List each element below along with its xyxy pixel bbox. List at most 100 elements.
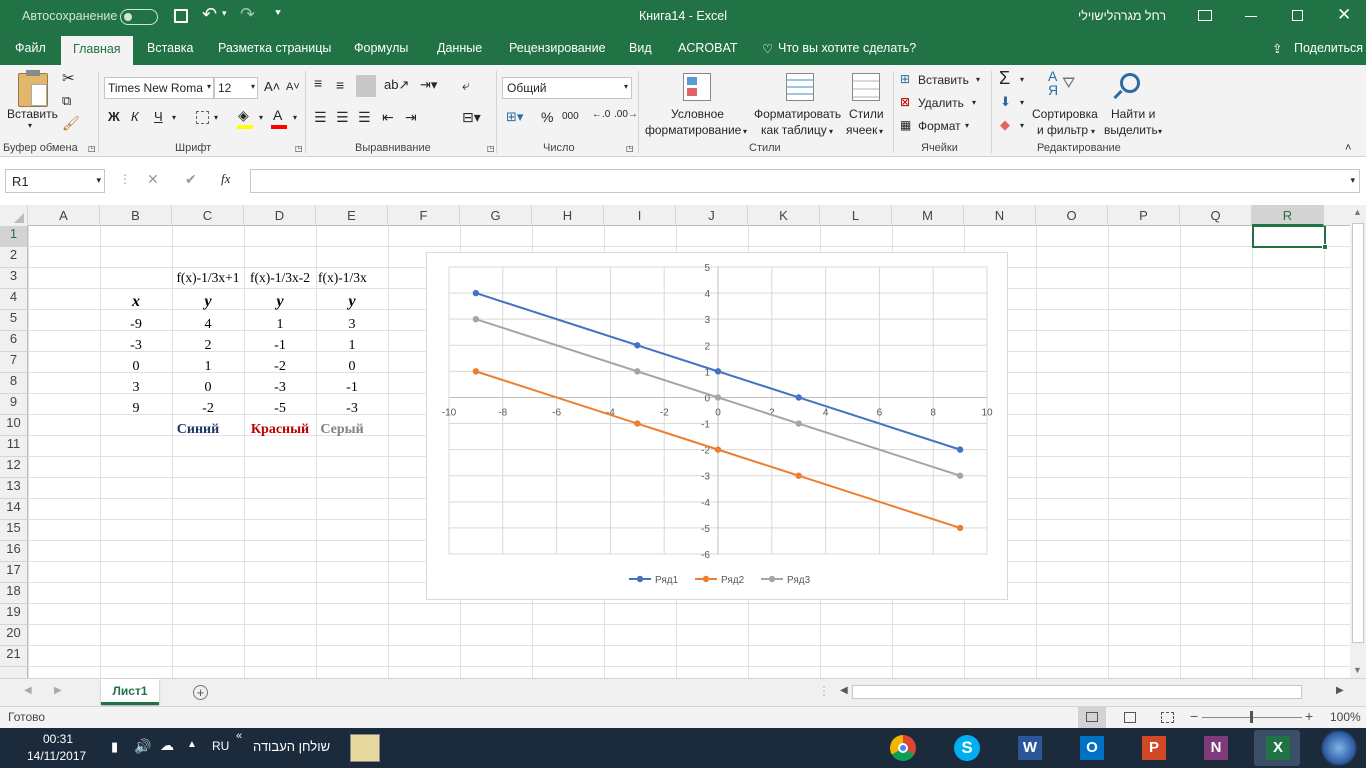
comma-style-icon[interactable]: 000 <box>562 111 579 122</box>
share-button[interactable]: Поделиться <box>1294 41 1363 55</box>
column-header-f[interactable]: F <box>388 205 460 226</box>
tab-insert[interactable]: Вставка <box>147 41 193 55</box>
align-top-icon[interactable]: ≡ <box>314 75 322 91</box>
increase-decimal-icon[interactable]: ←.0 <box>592 109 610 120</box>
conditional-formatting-dropdown-icon[interactable]: ▾ <box>743 127 747 136</box>
taskbar-chrome[interactable] <box>880 730 926 766</box>
cell-d9[interactable]: -5 <box>244 401 316 417</box>
column-header-l[interactable]: L <box>820 205 892 226</box>
cell-b9[interactable]: 9 <box>100 401 172 417</box>
font-launcher-icon[interactable]: ◳ <box>295 144 303 153</box>
row-header-3[interactable]: 3 <box>0 268 28 289</box>
cell-e10[interactable]: Серый <box>316 422 368 438</box>
taskbar-word[interactable]: W <box>1006 730 1052 766</box>
cell-b4[interactable]: x <box>100 293 172 311</box>
number-launcher-icon[interactable]: ◳ <box>626 144 634 153</box>
percent-icon[interactable]: % <box>541 109 553 125</box>
name-box[interactable]: R1 ▾ <box>5 169 105 193</box>
row-header-7[interactable]: 7 <box>0 352 28 373</box>
format-as-table-label-1[interactable]: Форматировать <box>754 107 841 121</box>
hscroll-right-icon[interactable]: ▶ <box>1336 685 1344 696</box>
vertical-scroll-thumb[interactable] <box>1352 223 1364 643</box>
cell-c10[interactable]: Синий <box>172 422 224 438</box>
sheet-tab-active[interactable]: Лист1 <box>101 679 159 705</box>
row-header-4[interactable]: 4 <box>0 289 28 310</box>
cell-styles-label-1[interactable]: Стили <box>849 107 884 121</box>
signal-icon[interactable]: ▮ <box>111 739 118 755</box>
underline-button[interactable]: Ч <box>154 109 163 124</box>
font-name-dropdown-icon[interactable]: ▾ <box>207 82 211 91</box>
taskbar-skype[interactable]: S <box>944 730 990 766</box>
format-cells-dropdown-icon[interactable]: ▾ <box>965 121 969 130</box>
tab-home[interactable]: Главная <box>61 36 133 65</box>
row-header-11[interactable]: 11 <box>0 436 28 457</box>
ribbon-display-icon[interactable] <box>1198 10 1212 21</box>
copy-icon[interactable]: ⧉ <box>62 93 71 109</box>
cancel-entry-icon[interactable]: ✕ <box>147 171 159 188</box>
volume-icon[interactable]: 🔊 <box>134 738 151 755</box>
bold-button[interactable]: Ж <box>108 109 120 124</box>
insert-cells-button[interactable]: Вставить <box>918 73 969 87</box>
font-size-dropdown-icon[interactable]: ▾ <box>251 82 255 91</box>
close-icon[interactable]: ✕ <box>1337 5 1351 25</box>
wrap-text-icon[interactable]: ⇥▾ <box>420 77 437 93</box>
underline-dropdown-icon[interactable]: ▾ <box>172 113 176 122</box>
chart-area[interactable]: -10 -8 -6 -4 -2 0 2 4 6 8 10 5 4 3 2 1 0 -1 -2 -3 -4 -5 -6 Ряд1… <box>426 252 1008 600</box>
column-header-n[interactable]: N <box>964 205 1036 226</box>
row-header-2[interactable]: 2 <box>0 247 28 268</box>
format-cells-button[interactable]: Формат <box>918 119 961 133</box>
align-center-icon[interactable]: ☰ <box>336 109 349 126</box>
language-indicator[interactable]: RU <box>212 739 229 753</box>
cell-d8[interactable]: -3 <box>244 380 316 396</box>
tab-file[interactable]: Файл <box>15 41 46 55</box>
shrink-font-icon[interactable]: A˅ <box>286 81 300 93</box>
insert-function-icon[interactable]: fx <box>221 171 230 187</box>
cell-c9[interactable]: -2 <box>172 401 244 417</box>
grow-font-icon[interactable]: A˄ <box>264 79 280 94</box>
fill-color-icon[interactable]: ◈ <box>238 107 249 124</box>
format-as-table-icon[interactable] <box>786 73 814 101</box>
column-header-b[interactable]: B <box>100 205 172 226</box>
number-format-dropdown-icon[interactable]: ▾ <box>624 82 628 91</box>
insert-cells-icon[interactable]: ⊞ <box>900 72 910 86</box>
row-header-19[interactable]: 19 <box>0 604 28 625</box>
cell-d6[interactable]: -1 <box>244 338 316 354</box>
name-box-dropdown-icon[interactable]: ▾ <box>96 175 101 186</box>
collapse-ribbon-icon[interactable]: ˄ <box>1345 142 1351 154</box>
align-middle-icon[interactable]: ≡ <box>336 77 344 93</box>
alignment-launcher-icon[interactable]: ◳ <box>487 144 495 153</box>
page-break-view-button[interactable] <box>1161 712 1174 723</box>
column-header-e[interactable]: E <box>316 205 388 226</box>
taskbar-powerpoint[interactable]: P <box>1130 730 1176 766</box>
sort-filter-label-1[interactable]: Сортировка <box>1032 107 1098 121</box>
conditional-formatting-label-1[interactable]: Условное <box>671 107 724 121</box>
format-cells-icon[interactable]: ▦ <box>900 118 911 132</box>
autosum-icon[interactable]: Σ <box>999 68 1010 89</box>
active-cell-r1[interactable] <box>1252 226 1328 250</box>
delete-cells-button[interactable]: Удалить <box>918 96 964 110</box>
cell-e7[interactable]: 0 <box>316 359 388 375</box>
column-header-q[interactable]: Q <box>1180 205 1252 226</box>
sheet-prev-icon[interactable]: ◀ <box>24 685 32 696</box>
column-header-a[interactable]: A <box>28 205 100 226</box>
row-header-15[interactable]: 15 <box>0 520 28 541</box>
cell-e5[interactable]: 3 <box>316 317 388 333</box>
merge-center-icon[interactable]: ⊟▾ <box>462 109 481 126</box>
zoom-slider-thumb[interactable] <box>1250 711 1253 723</box>
row-header-14[interactable]: 14 <box>0 499 28 520</box>
cell-d3[interactable]: f(x)-1/3x-2 <box>244 270 316 286</box>
paste-icon[interactable] <box>18 70 48 107</box>
italic-button[interactable]: К <box>131 109 139 124</box>
insert-cells-dropdown-icon[interactable]: ▾ <box>976 75 980 84</box>
cell-b7[interactable]: 0 <box>100 359 172 375</box>
font-size-box[interactable]: 12 ▾ <box>214 77 258 99</box>
sort-filter-label-2[interactable]: и фильтр <box>1037 123 1088 137</box>
cell-b5[interactable]: -9 <box>100 317 172 333</box>
decrease-decimal-icon[interactable]: .00→ <box>614 109 638 120</box>
normal-view-button[interactable] <box>1078 707 1106 728</box>
row-header-13[interactable]: 13 <box>0 478 28 499</box>
find-select-label-2[interactable]: выделить <box>1104 123 1158 137</box>
confirm-entry-icon[interactable]: ✔ <box>185 171 197 188</box>
scroll-down-icon[interactable]: ▼ <box>1353 665 1362 675</box>
clock-time[interactable]: 00:31 <box>43 732 73 746</box>
